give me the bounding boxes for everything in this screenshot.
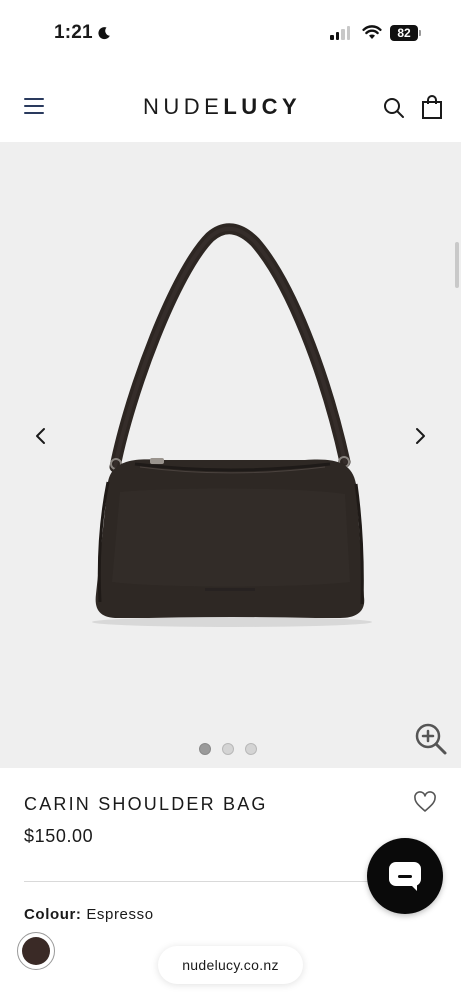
- product-gallery[interactable]: [0, 142, 461, 768]
- status-bar: 1:21 82: [0, 0, 461, 68]
- swatch-fill: [22, 937, 50, 965]
- logo-text-regular: NUDE: [143, 94, 224, 119]
- gallery-pagination: [199, 743, 257, 755]
- zoom-in-icon[interactable]: [414, 722, 448, 756]
- shopping-bag-icon[interactable]: [421, 95, 443, 119]
- wifi-icon: [362, 25, 382, 39]
- gallery-dot-1[interactable]: [199, 743, 211, 755]
- page-scrollbar[interactable]: [455, 242, 459, 288]
- colour-swatch-espresso[interactable]: [17, 932, 55, 970]
- colour-value: Espresso: [86, 906, 154, 923]
- chat-button[interactable]: [367, 838, 443, 914]
- chat-icon: [389, 862, 421, 891]
- moon-icon: [98, 27, 110, 40]
- browser-url-bar[interactable]: nudelucy.co.nz: [158, 946, 303, 984]
- battery-icon: 82: [390, 25, 421, 41]
- cellular-signal-icon: [330, 26, 350, 40]
- menu-icon[interactable]: [24, 98, 44, 114]
- gallery-dot-2[interactable]: [222, 743, 234, 755]
- status-time-text: 1:21: [54, 22, 93, 43]
- status-time: 1:21: [54, 22, 111, 44]
- battery-level: 82: [390, 25, 418, 41]
- logo-text-bold: LUCY: [223, 94, 302, 119]
- chevron-right-icon[interactable]: [408, 424, 432, 448]
- colour-label: Colour:: [24, 906, 82, 923]
- chevron-left-icon[interactable]: [29, 424, 53, 448]
- heart-icon[interactable]: [413, 791, 437, 813]
- product-title: CARIN SHOULDER BAG: [24, 794, 268, 814]
- product-price: $150.00: [24, 826, 94, 846]
- colour-selector-label: Colour: Espresso: [24, 906, 154, 923]
- site-header: NUDELUCY: [0, 68, 461, 142]
- gallery-dot-3[interactable]: [245, 743, 257, 755]
- site-logo[interactable]: NUDELUCY: [143, 94, 301, 120]
- search-icon[interactable]: [383, 97, 405, 119]
- product-image: [92, 223, 372, 627]
